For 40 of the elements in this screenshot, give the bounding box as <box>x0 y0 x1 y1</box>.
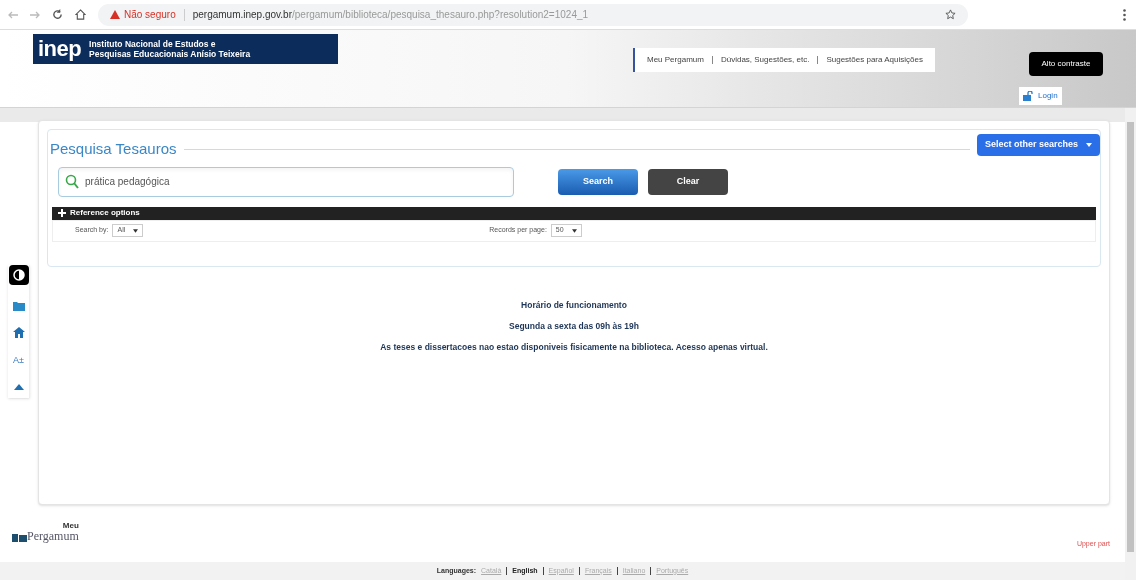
notice-text: Horário de funcionamento <box>521 299 627 312</box>
star-icon[interactable] <box>945 9 956 20</box>
pergamum-logo-text: Pergamum <box>27 530 79 542</box>
logo-small-text: Meu <box>62 522 79 530</box>
search-field[interactable]: prática pedagógica <box>58 166 514 197</box>
caret-icon <box>1086 143 1092 147</box>
institute-name: Instituto Nacional de Estudos e Pesquisas Educacionais Anísio Teixeira <box>89 39 251 59</box>
page-title: Pesquisa Tesauros <box>50 139 177 159</box>
home-icon[interactable] <box>75 9 86 20</box>
inep-logo: inep <box>38 38 82 60</box>
clear-button[interactable]: Clear <box>648 168 728 195</box>
login-link[interactable]: Login <box>1019 87 1062 105</box>
padlock-icon <box>1023 91 1034 101</box>
options-bar[interactable]: Reference options <box>52 206 1096 220</box>
reload-icon[interactable] <box>52 9 63 20</box>
url-text: pergamum.inep.gov.br/pergamum/biblioteca/pesquisa_thesauro.php?resolution2=1024_1 <box>192 8 589 22</box>
scrollbar[interactable] <box>1125 108 1136 580</box>
search-icon <box>65 173 79 189</box>
high-contrast-button[interactable]: Alto contraste <box>1029 52 1103 76</box>
other-searches-dropdown[interactable]: Select other searches <box>976 134 1100 156</box>
contrast-icon[interactable] <box>8 265 29 285</box>
warning-icon <box>110 10 120 19</box>
address-bar[interactable]: Não seguro pergamum.inep.gov.br/pergamum/biblioteca/pesquisa_thesauro.php?resolution2=1024_1 <box>98 3 968 26</box>
top-link[interactable]: Sugestões para Aquisições <box>826 54 923 66</box>
caret-icon <box>571 228 577 233</box>
options-title: Reference options <box>70 209 140 217</box>
caret-icon <box>133 228 139 233</box>
expand-icon[interactable] <box>58 209 66 217</box>
up-arrow-icon[interactable] <box>13 383 24 390</box>
menu-icon[interactable] <box>1123 9 1126 21</box>
home-icon[interactable] <box>12 327 25 338</box>
notice-text: As teses e dissertacoes nao estao disponiveis fisicamente na biblioteca. Acesso apenas virtual. <box>380 340 768 354</box>
font-size-button[interactable]: A± <box>13 354 24 368</box>
security-label: Não seguro <box>124 8 176 22</box>
top-link[interactable]: Dúvidas, Sugestões, etc. <box>720 54 810 66</box>
pergamum-logo-icon <box>12 532 27 542</box>
top-link[interactable]: Meu Pergamum <box>647 54 704 66</box>
search-button[interactable]: Search <box>558 168 638 195</box>
notice-text: Segunda a sexta das 09h às 19h <box>509 319 639 333</box>
folder-icon[interactable] <box>12 301 25 311</box>
